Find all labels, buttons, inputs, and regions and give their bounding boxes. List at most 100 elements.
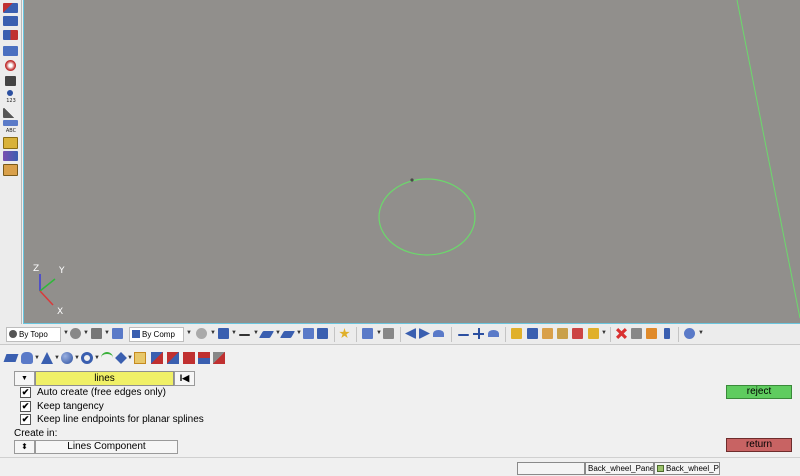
display-icon[interactable] [3,164,18,176]
grid-icon[interactable] [303,328,314,339]
line-tool-icon[interactable] [134,352,146,364]
monitor-icon[interactable] [317,328,328,339]
surface-edit-icon[interactable] [151,352,163,364]
chevron-down-icon[interactable]: ▼ [231,330,237,336]
surface-edge-line [736,0,800,319]
folder-icon[interactable] [511,328,522,339]
keep-tangency-checkbox[interactable]: ✔ [20,401,31,412]
chevron-down-icon[interactable]: ▼ [698,330,704,336]
minus-icon[interactable] [458,334,469,336]
chevron-down-icon[interactable]: ▼ [127,355,133,361]
extend-icon[interactable] [183,352,195,364]
line-icon[interactable] [239,334,250,336]
selection-mode-dropdown[interactable]: By Topo [6,327,61,342]
mask-icon[interactable] [3,151,18,161]
torus-icon[interactable] [81,352,93,364]
separator [451,327,452,342]
export-icon[interactable] [572,328,583,339]
chevron-down-icon[interactable]: ▼ [275,330,281,336]
surface-icon[interactable] [3,354,19,362]
cone-icon[interactable] [41,352,53,364]
chevron-down-icon[interactable]: ▼ [253,330,259,336]
keep-endpoints-checkbox[interactable]: ✔ [20,414,31,425]
y-axis-line [39,278,56,292]
color-mode-dropdown[interactable]: By Comp [129,327,184,342]
label-icon[interactable] [3,137,18,149]
side-view-icon[interactable] [3,30,18,40]
component-selector[interactable]: Lines Component [35,440,178,454]
open-icon[interactable] [527,328,538,339]
chevron-down-icon[interactable]: ▼ [74,355,80,361]
chevron-down-icon[interactable]: ▼ [94,355,100,361]
angle-icon[interactable] [3,120,18,126]
rotate-icon[interactable] [70,328,81,339]
delete-icon[interactable] [616,328,627,339]
circular-edge [378,178,476,256]
status-field-empty [517,462,585,475]
layer-plane-icon[interactable] [279,331,296,338]
chevron-down-icon[interactable]: ▼ [34,355,40,361]
info-icon[interactable] [7,90,13,96]
component-toggle-button[interactable]: ⬍ [14,440,35,454]
separator [505,327,506,342]
shaded-view-icon[interactable] [5,60,16,71]
chevron-down-icon[interactable]: ▼ [601,330,607,336]
arrow-right-icon[interactable] [419,328,430,339]
redo-icon[interactable] [488,330,499,337]
z-axis-label: Z [33,264,40,274]
plus-icon[interactable] [473,328,484,339]
return-button[interactable]: return [726,438,792,452]
solid-cube-icon[interactable] [218,328,229,339]
trim-icon[interactable] [167,352,179,364]
chevron-down-icon[interactable]: ▼ [63,330,69,336]
front-view-icon[interactable] [3,16,18,26]
import-icon[interactable] [557,328,568,339]
refresh-icon[interactable] [684,328,695,339]
split-view-icon[interactable] [362,328,373,339]
reset-selection-button[interactable]: I◀ [174,371,195,386]
hide-icon[interactable] [646,328,657,339]
top-view-icon[interactable] [3,3,18,13]
measure-icon[interactable] [3,108,18,118]
chevron-down-icon[interactable]: ▼ [186,330,192,336]
color-mode-value: By Comp [142,330,175,339]
point-icon[interactable] [115,352,127,364]
plane-icon[interactable] [258,331,275,338]
arrow-left-icon[interactable] [405,328,416,339]
chevron-down-icon[interactable]: ▼ [376,330,382,336]
offset-icon[interactable] [198,352,210,364]
pan-icon[interactable] [91,328,102,339]
chevron-down-icon[interactable]: ▼ [296,330,302,336]
cube-icon[interactable] [112,328,123,339]
undo-icon[interactable] [433,330,444,337]
save-icon[interactable] [542,328,553,339]
status-field-component[interactable]: Back_wheel_Panel_ [654,462,720,475]
mask-cube-icon[interactable] [631,328,642,339]
cylinder-icon[interactable] [21,352,33,364]
entity-selector[interactable]: lines [35,371,174,386]
separator [356,327,357,342]
chevron-down-icon[interactable]: ▼ [104,330,110,336]
wrench-icon[interactable] [383,328,394,339]
x-axis-label: X [57,307,64,317]
current-component-name: Back_wheel_Panel_ [666,464,719,473]
mode-toggle-button[interactable]: ▼ [14,371,35,386]
user-icon[interactable] [664,328,670,339]
status-field-include: Back_wheel_Panel [585,462,654,475]
graphics-viewport[interactable]: Z Y X [23,0,800,324]
spline-icon[interactable] [101,352,113,364]
chevron-down-icon[interactable]: ▼ [54,355,60,361]
sphere-icon[interactable] [61,352,73,364]
reject-button[interactable]: reject [726,385,792,399]
chevron-down-icon[interactable]: ▼ [210,330,216,336]
iso-view-icon[interactable] [3,46,18,56]
defeature-icon[interactable] [213,352,225,364]
star-icon[interactable] [339,328,350,339]
chevron-down-icon[interactable]: ▼ [83,330,89,336]
settings-icon[interactable] [588,328,599,339]
auto-create-checkbox[interactable]: ✔ [20,387,31,398]
binoculars-icon[interactable] [5,76,16,86]
selection-mode-value: By Topo [19,330,48,339]
mesh-icon[interactable] [196,328,207,339]
main-toolbar: By Topo ▼ ▼ ▼ By Comp ▼ ▼ ▼ ▼ ▼ ▼ ▼ ▼ ▼ [0,324,800,345]
